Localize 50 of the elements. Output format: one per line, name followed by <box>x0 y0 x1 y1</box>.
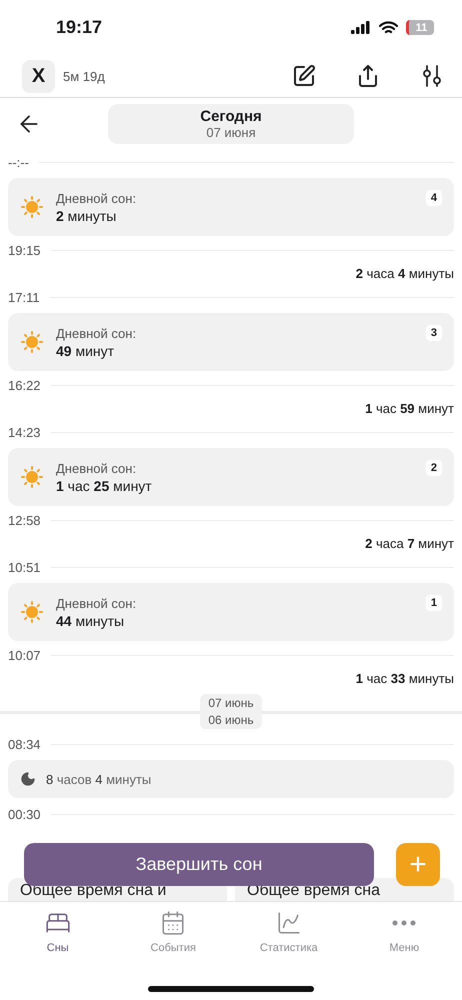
moon-icon <box>20 771 36 787</box>
time-label: --:-- <box>8 154 29 170</box>
nap-duration: 44 минуты <box>56 612 126 628</box>
day-break-date: 06 июнь <box>208 712 254 726</box>
sun-icon <box>20 600 44 624</box>
nap-duration: 2 минуты <box>56 208 118 224</box>
nap-card[interactable]: Дневной сон: 2 минуты 4 <box>8 178 454 236</box>
more-icon <box>392 920 416 926</box>
chart-icon <box>276 910 302 936</box>
nap-card[interactable]: Дневной сон: 1 час 25 минут 2 <box>8 448 454 506</box>
nav-tab[interactable]: Сны <box>0 910 116 954</box>
time-label: 12:58 <box>8 512 41 528</box>
nap-card[interactable]: Дневной сон: 49 минут 3 <box>8 313 454 371</box>
wifi-icon <box>379 20 398 34</box>
child-age: 5м 19д <box>63 68 106 84</box>
nap-title: Дневной сон: <box>56 190 136 206</box>
sun-icon <box>20 465 44 489</box>
sun-icon <box>20 195 44 219</box>
nap-title: Дневной сон: <box>56 326 136 340</box>
time-label: 10:51 <box>8 560 41 574</box>
time-label: 14:23 <box>8 424 41 440</box>
nap-title: Дневной сон: <box>56 596 136 610</box>
child-avatar[interactable]: X <box>22 60 55 92</box>
time-label: 17:11 <box>8 290 40 304</box>
awake-duration: 1 час 59 минут <box>365 401 454 416</box>
nap-title: Дневной сон: <box>56 460 138 476</box>
nap-duration: 49 минут <box>56 342 116 358</box>
calendar-icon <box>160 910 186 936</box>
awake-duration: 2 часа 4 минуты <box>356 266 454 281</box>
nap-card[interactable]: Дневной сон: 44 минуты 1 <box>8 583 454 641</box>
day-break-date: 07 июнь <box>208 696 254 710</box>
nap-number: 3 <box>426 325 442 341</box>
date-selector[interactable]: Сегодня 07 июня <box>108 104 354 144</box>
nap-duration: 1 час 25 минут <box>56 478 152 494</box>
time-label: 16:22 <box>8 378 41 392</box>
nap-number: 2 <box>426 460 442 476</box>
time-label: 19:15 <box>8 242 41 258</box>
night-card[interactable]: 8 часов 4 минуты <box>8 760 454 798</box>
nap-number: 1 <box>426 595 442 611</box>
time-label: 08:34 <box>8 736 41 752</box>
nap-number: 4 <box>426 190 442 206</box>
battery-icon: 11 <box>406 20 434 35</box>
night-duration: 8 часов 4 минуты <box>46 772 152 786</box>
time-label: 00:30 <box>8 806 41 822</box>
sun-icon <box>20 330 44 354</box>
awake-duration: 2 часа 7 минут <box>365 536 454 551</box>
signal-icon <box>351 21 371 34</box>
time-label: 10:07 <box>8 648 41 662</box>
status-time: 19:17 <box>56 17 104 38</box>
awake-duration: 1 час 33 минуты <box>356 671 454 686</box>
